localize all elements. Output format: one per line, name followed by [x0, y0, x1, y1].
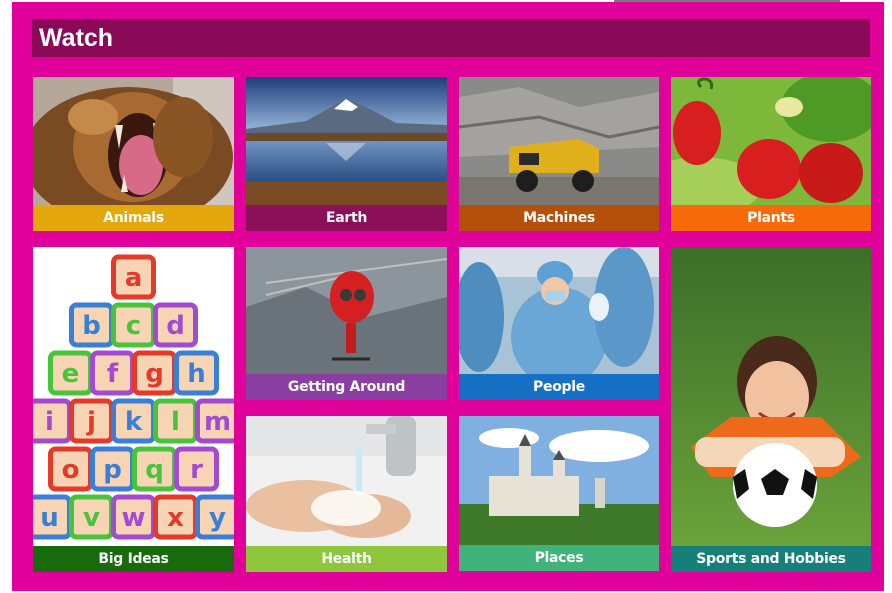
block-letter: e — [62, 359, 80, 389]
block-letter: a — [125, 263, 143, 293]
letter-block: q — [132, 446, 177, 492]
tile-label: Earth — [246, 205, 447, 231]
mountain-lake-image — [246, 77, 447, 205]
letter-block: v — [69, 494, 114, 540]
girl-with-football-image — [671, 247, 871, 546]
mining-truck-image — [459, 77, 659, 205]
lion-image — [33, 77, 234, 205]
block-letter: m — [204, 407, 231, 437]
block-letter: g — [145, 359, 164, 389]
block-letter: w — [121, 503, 145, 533]
header-bar: Watch — [32, 19, 870, 57]
tile-machines[interactable]: Machines — [459, 77, 659, 231]
tile-places[interactable]: Places — [459, 416, 659, 571]
block-letter: u — [40, 503, 59, 533]
block-letter: l — [171, 407, 180, 437]
letter-block: c — [111, 302, 156, 348]
tile-plants[interactable]: Plants — [671, 77, 871, 231]
helicopter-image — [246, 247, 447, 374]
block-letter: v — [83, 503, 100, 533]
tile-animals[interactable]: Animals — [33, 77, 234, 231]
tile-label: Animals — [33, 205, 234, 231]
tile-earth[interactable]: Earth — [246, 77, 447, 231]
letter-block: a — [111, 254, 156, 300]
page-title: Watch — [39, 24, 114, 52]
block-letter: p — [103, 455, 122, 485]
letter-block: d — [153, 302, 198, 348]
tile-sports-and-hobbies[interactable]: Sports and Hobbies — [671, 247, 871, 572]
castle-image — [459, 416, 659, 545]
letter-block: g — [132, 350, 177, 396]
strawberries-image — [671, 77, 871, 205]
letter-block: j — [69, 398, 114, 444]
block-letter: k — [125, 407, 143, 437]
block-letter: x — [167, 503, 184, 533]
tile-people[interactable]: People — [459, 247, 659, 400]
hand-washing-image — [246, 416, 447, 546]
tile-label: Places — [459, 545, 659, 571]
tile-label: People — [459, 374, 659, 400]
letter-block: i — [33, 398, 72, 444]
letter-block: w — [111, 494, 156, 540]
block-letter: d — [166, 311, 185, 341]
letter-block: b — [69, 302, 114, 348]
tile-label: Plants — [671, 205, 871, 231]
block-letter: y — [209, 503, 226, 533]
tile-label: Getting Around — [246, 374, 447, 400]
letter-block: x — [153, 494, 198, 540]
alphabet-blocks-image: ab c d e f g h i j k l m o p q r u v w x y — [33, 247, 234, 546]
block-letter: q — [145, 455, 164, 485]
block-letter: r — [190, 455, 203, 485]
block-letter: b — [82, 311, 101, 341]
block-letter: h — [187, 359, 206, 389]
block-letter: f — [107, 359, 119, 389]
tile-label: Health — [246, 546, 447, 572]
letter-block: k — [111, 398, 156, 444]
block-letter: j — [86, 407, 96, 437]
letter-block: u — [33, 494, 72, 540]
letter-block: f — [90, 350, 135, 396]
surgeons-image — [459, 247, 659, 374]
letter-block: h — [174, 350, 219, 396]
letter-block: e — [48, 350, 93, 396]
tile-getting-around[interactable]: Getting Around — [246, 247, 447, 400]
letter-block: m — [195, 398, 234, 444]
tile-label: Big Ideas — [33, 546, 234, 572]
tile-big-ideas[interactable]: abcd efgh i jklm opqr uvwxy Big Ideas — [33, 247, 234, 572]
letter-block: l — [153, 398, 198, 444]
letter-block: o — [48, 446, 93, 492]
tile-label: Machines — [459, 205, 659, 231]
block-letter: c — [126, 311, 141, 341]
tile-label: Sports and Hobbies — [671, 546, 871, 572]
tile-health[interactable]: Health — [246, 416, 447, 572]
letter-block: y — [195, 494, 234, 540]
block-letter: i — [45, 407, 54, 437]
letter-block: r — [174, 446, 219, 492]
letter-block: p — [90, 446, 135, 492]
block-letter: o — [62, 455, 80, 485]
